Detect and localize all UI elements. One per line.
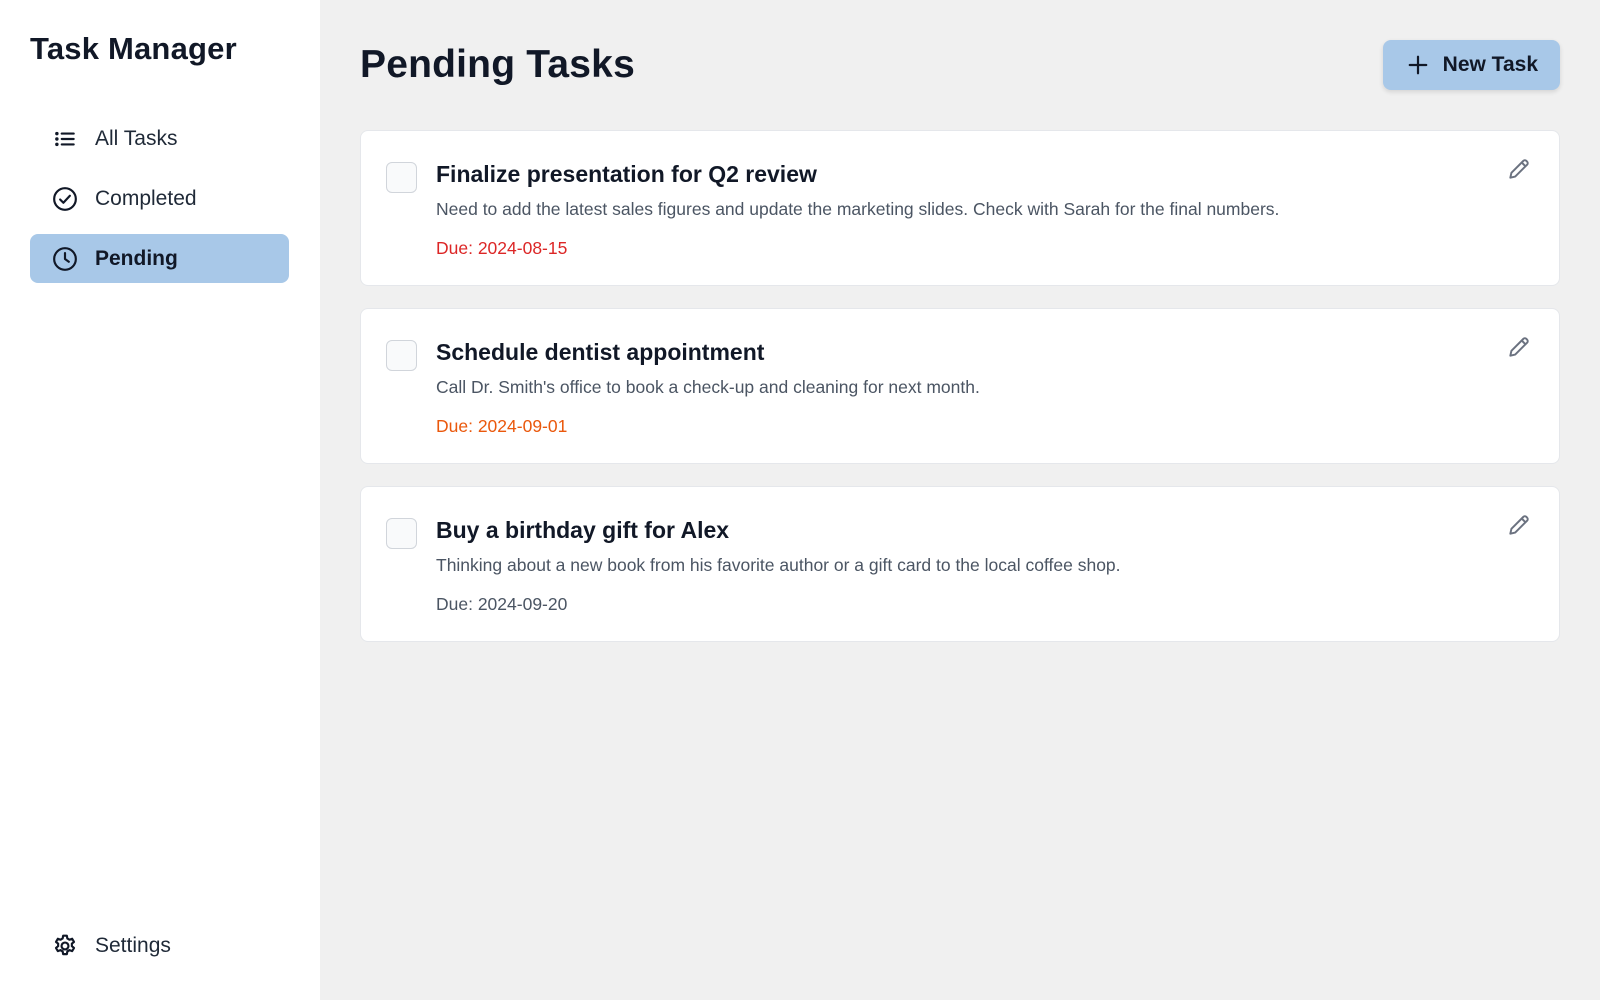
sidebar-item-label: All Tasks [95, 126, 178, 150]
pencil-icon [1506, 334, 1532, 365]
task-due-date: Due: 2024-09-01 [436, 416, 568, 436]
sidebar-item-label: Settings [95, 933, 171, 957]
sidebar-nav: All Tasks Completed Pending [30, 114, 290, 283]
sidebar: Task Manager All Tasks Completed Pending… [0, 0, 320, 1000]
task-due-date: Due: 2024-08-15 [436, 238, 568, 258]
task-checkbox[interactable] [386, 340, 417, 371]
sidebar-item-completed[interactable]: Completed [30, 174, 289, 223]
task-description: Call Dr. Smith's office to book a check-… [436, 377, 980, 397]
task-title: Buy a birthday gift for Alex [436, 517, 730, 543]
page-title: Pending Tasks [360, 43, 635, 86]
pencil-icon [1506, 156, 1532, 187]
gear-icon [52, 933, 78, 959]
task-description: Need to add the latest sales figures and… [436, 199, 1280, 219]
task-description: Thinking about a new book from his favor… [436, 555, 1121, 575]
sidebar-item-settings[interactable]: Settings [30, 921, 289, 970]
sidebar-item-label: Pending [95, 246, 178, 270]
task-checkbox[interactable] [386, 162, 417, 193]
sidebar-item-pending[interactable]: Pending [30, 234, 289, 283]
check-circle-icon [52, 186, 78, 212]
new-task-button[interactable]: New Task [1382, 40, 1560, 90]
edit-task-button[interactable] [1505, 513, 1533, 541]
task-card: Finalize presentation for Q2 review Need… [360, 130, 1560, 286]
app-title: Task Manager [30, 31, 237, 66]
list-icon [52, 126, 78, 152]
task-title: Finalize presentation for Q2 review [436, 161, 817, 187]
new-task-label: New Task [1442, 53, 1538, 76]
pencil-icon [1506, 512, 1532, 543]
task-list: Finalize presentation for Q2 review Need… [360, 130, 1560, 642]
task-card: Buy a birthday gift for Alex Thinking ab… [360, 486, 1560, 642]
task-card: Schedule dentist appointment Call Dr. Sm… [360, 308, 1560, 464]
task-checkbox[interactable] [386, 518, 417, 549]
main-header: Pending Tasks New Task [360, 40, 1560, 90]
sidebar-item-all-tasks[interactable]: All Tasks [30, 114, 289, 163]
edit-task-button[interactable] [1505, 335, 1533, 363]
clock-icon [52, 246, 78, 272]
edit-task-button[interactable] [1505, 157, 1533, 185]
main-content: Pending Tasks New Task Finalize presenta… [320, 0, 1600, 1000]
sidebar-item-label: Completed [95, 186, 197, 210]
app-window: Task Manager All Tasks Completed Pending… [0, 0, 1600, 1000]
task-due-date: Due: 2024-09-20 [436, 594, 568, 614]
task-title: Schedule dentist appointment [436, 339, 765, 365]
plus-icon [1407, 54, 1429, 76]
